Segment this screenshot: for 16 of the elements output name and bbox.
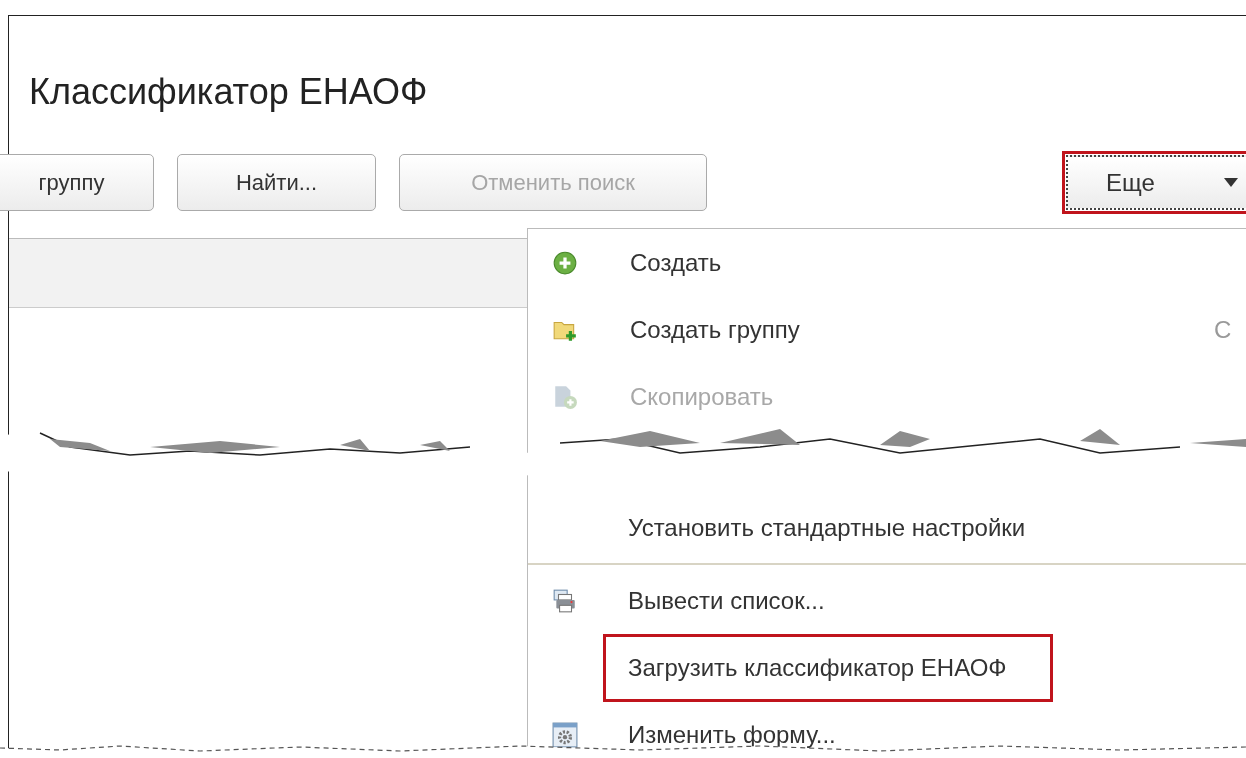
more-button[interactable]: Еще — [1066, 155, 1246, 210]
menu-item[interactable]: Изменить форму... — [603, 707, 861, 758]
form-settings-icon — [552, 721, 578, 748]
caret-icon — [1224, 178, 1238, 187]
menu-item[interactable]: Создать — [605, 235, 747, 290]
toolbar-button[interactable]: группу — [0, 154, 154, 211]
toolbar-button[interactable]: Найти... — [177, 154, 376, 211]
menu-item[interactable]: Вывести список... — [603, 573, 850, 628]
menu-item[interactable]: Создать группу — [605, 302, 825, 357]
shortcut-text: С — [1214, 315, 1232, 344]
printer-icon — [552, 587, 578, 614]
document-plus-icon — [552, 383, 578, 410]
menu-item[interactable]: Установить стандартные настройки — [603, 500, 1051, 555]
page-title: Классификатор ЕНАОФ — [29, 70, 428, 114]
menu-item[interactable]: Загрузить классификатор ЕНАОФ — [603, 633, 1053, 702]
plus-circle-icon — [552, 249, 578, 276]
